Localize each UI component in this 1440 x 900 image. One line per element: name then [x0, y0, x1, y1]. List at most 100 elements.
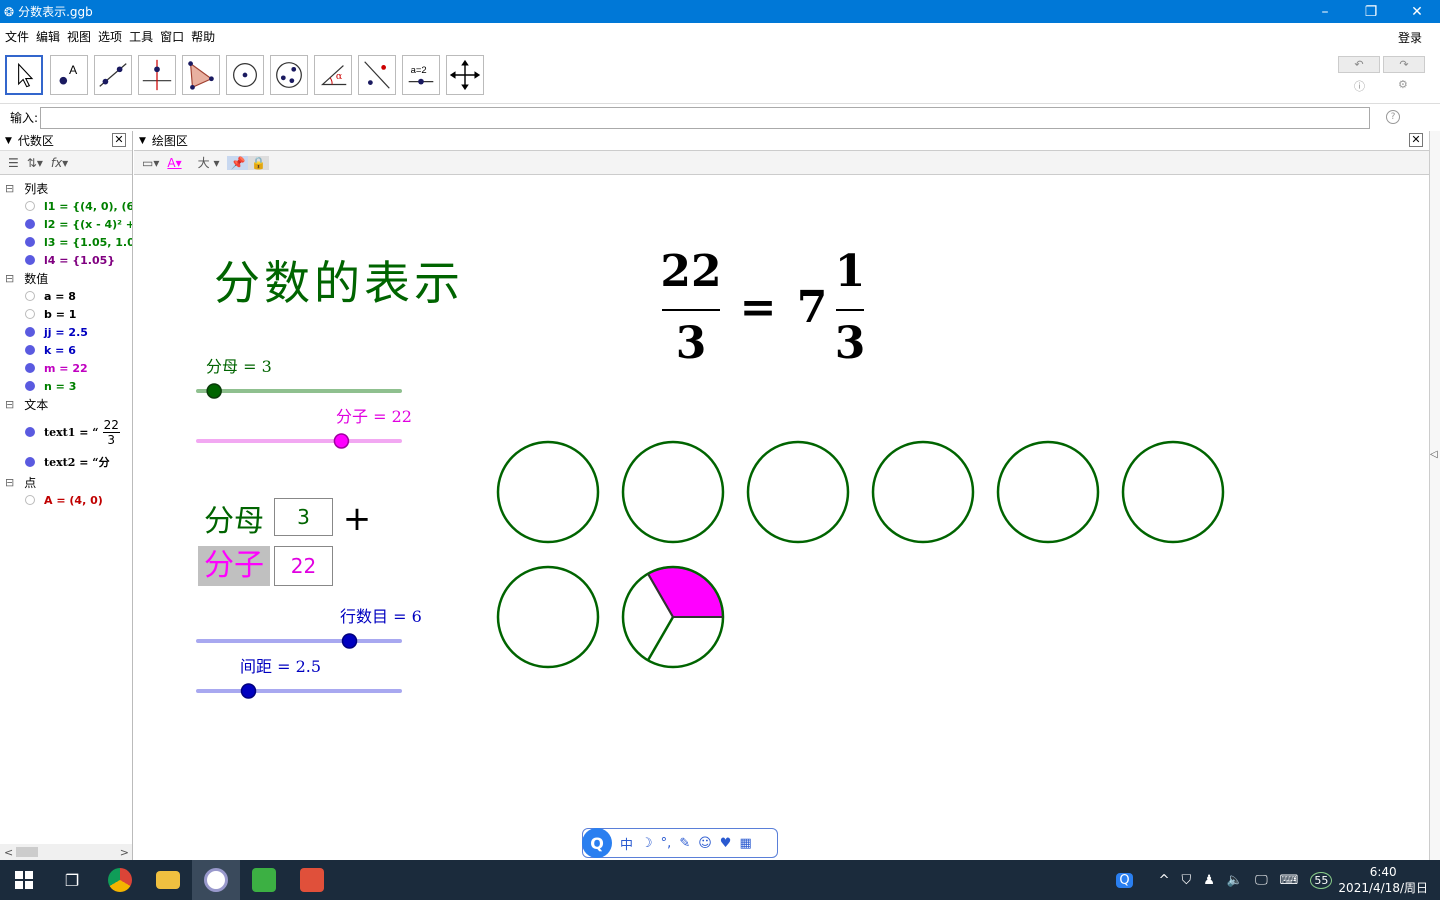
- show-hidden-icons[interactable]: ^: [1159, 873, 1170, 888]
- angle-tool-button[interactable]: α: [314, 55, 352, 95]
- move-graphics-tool-button[interactable]: [446, 55, 484, 95]
- visibility-dot[interactable]: [25, 237, 35, 247]
- scroll-thumb[interactable]: [16, 847, 38, 857]
- algebra-item-point[interactable]: A = (4, 0): [0, 491, 132, 509]
- volume-icon[interactable]: 🔈: [1227, 873, 1243, 888]
- category-points[interactable]: ⊟ 点: [0, 473, 132, 491]
- menu-window[interactable]: 窗口: [160, 28, 184, 45]
- help-icon[interactable]: ⓘ: [1354, 78, 1365, 94]
- category-numbers[interactable]: ⊟ 数值: [0, 269, 132, 287]
- side-panel-toggle[interactable]: ◁: [1429, 131, 1440, 860]
- qq-tray-icon[interactable]: Q: [1116, 872, 1133, 888]
- close-window-button[interactable]: ✕: [1394, 0, 1440, 23]
- visibility-dot[interactable]: [25, 291, 35, 301]
- visibility-dot[interactable]: [25, 255, 35, 265]
- task-view-button[interactable]: ❐: [48, 860, 96, 900]
- algebra-item-number[interactable]: b = 1: [0, 305, 132, 323]
- ime-moon-icon[interactable]: ☽: [641, 836, 653, 851]
- ime-wrench-icon[interactable]: ✎: [679, 836, 690, 851]
- pin-icon[interactable]: 📌: [227, 155, 249, 170]
- start-button[interactable]: [0, 860, 48, 900]
- visibility-dot[interactable]: [25, 327, 35, 337]
- algebra-item-number[interactable]: n = 3: [0, 377, 132, 395]
- lock-icon[interactable]: 🔒: [248, 155, 270, 170]
- clock[interactable]: 6:40 2021/4/18/周日: [1338, 864, 1428, 896]
- scroll-right-icon[interactable]: >: [120, 846, 129, 859]
- network-icon[interactable]: 🖵: [1255, 873, 1268, 888]
- algebra-horizontal-scrollbar[interactable]: < >: [0, 844, 132, 860]
- slider-rows-knob[interactable]: [341, 633, 358, 649]
- login-link[interactable]: 登录: [1398, 29, 1422, 46]
- menu-view[interactable]: 视图: [67, 28, 91, 45]
- slider-numerator-knob[interactable]: [333, 433, 350, 449]
- ime-punct-icon[interactable]: °,: [661, 836, 672, 851]
- perpendicular-tool-button[interactable]: [138, 55, 176, 95]
- menu-file[interactable]: 文件: [5, 28, 29, 45]
- graphics-close-button[interactable]: ✕: [1409, 133, 1423, 147]
- color-picker-icon[interactable]: A▾: [167, 156, 181, 170]
- command-input[interactable]: [40, 107, 1370, 129]
- menu-help[interactable]: 帮助: [191, 28, 215, 45]
- minimize-button[interactable]: –: [1302, 0, 1348, 23]
- move-tool-button[interactable]: [5, 55, 43, 95]
- algebra-close-button[interactable]: ✕: [112, 133, 126, 147]
- fx-icon[interactable]: fx▾: [51, 156, 68, 170]
- algebra-item-number[interactable]: m = 22: [0, 359, 132, 377]
- gear-icon[interactable]: ⚙: [1398, 78, 1408, 91]
- menu-options[interactable]: 选项: [98, 28, 122, 45]
- scroll-left-icon[interactable]: <: [4, 846, 13, 859]
- battery-badge[interactable]: 55: [1310, 871, 1333, 889]
- sort-icon[interactable]: ⇅▾: [27, 156, 43, 170]
- ime-chinese-mode[interactable]: 中: [620, 834, 633, 853]
- redo-button[interactable]: ↷: [1383, 56, 1425, 73]
- slider-tool-button[interactable]: a=2: [402, 55, 440, 95]
- line-tool-button[interactable]: [94, 55, 132, 95]
- algebra-item-list[interactable]: l1 = {(4, 0), (6.5: [0, 197, 132, 215]
- category-lists[interactable]: ⊟ 列表: [0, 179, 132, 197]
- algebra-item-number[interactable]: k = 6: [0, 341, 132, 359]
- taskbar-app-green[interactable]: [240, 860, 288, 900]
- visibility-dot[interactable]: [25, 309, 35, 319]
- denominator-input[interactable]: 3: [274, 498, 333, 536]
- ime-logo-icon[interactable]: Q: [582, 828, 612, 858]
- slider-spacing-knob[interactable]: [240, 683, 257, 699]
- qq-penguin-icon[interactable]: ♟: [1203, 873, 1215, 888]
- visibility-dot[interactable]: [25, 427, 35, 437]
- visibility-dot[interactable]: [25, 201, 35, 211]
- numerator-input[interactable]: 22: [274, 546, 333, 586]
- algebra-item-list[interactable]: l2 = {(x - 4)² + y: [0, 215, 132, 233]
- reflect-tool-button[interactable]: [358, 55, 396, 95]
- collapse-triangle-icon[interactable]: ▼: [5, 136, 12, 146]
- visibility-dot[interactable]: [25, 345, 35, 355]
- keyboard-icon[interactable]: ⌨: [1280, 873, 1299, 888]
- shield-icon[interactable]: ⛉: [1182, 873, 1192, 888]
- ime-skin-icon[interactable]: ♥: [720, 836, 732, 851]
- ellipse-tool-button[interactable]: [270, 55, 308, 95]
- point-tool-button[interactable]: A: [50, 55, 88, 95]
- taskbar-app-red[interactable]: [288, 860, 336, 900]
- visibility-dot[interactable]: [25, 381, 35, 391]
- algebra-item-text1[interactable]: text1 = “ 22 3: [0, 413, 132, 451]
- algebra-item-number[interactable]: a = 8: [0, 287, 132, 305]
- ime-smiley-icon[interactable]: ☺: [698, 836, 712, 851]
- menu-tools[interactable]: 工具: [129, 28, 153, 45]
- menu-edit[interactable]: 编辑: [36, 28, 60, 45]
- algebra-item-number[interactable]: jj = 2.5: [0, 323, 132, 341]
- plus-sign[interactable]: +: [343, 499, 372, 539]
- visibility-dot[interactable]: [25, 363, 35, 373]
- label-style-icon[interactable]: ▭▾: [142, 156, 159, 170]
- taskbar-geogebra[interactable]: [192, 860, 240, 900]
- input-help-icon[interactable]: ?: [1386, 110, 1400, 124]
- category-texts[interactable]: ⊟ 文本: [0, 395, 132, 413]
- circle-tool-button[interactable]: [226, 55, 264, 95]
- visibility-dot[interactable]: [25, 495, 35, 505]
- undo-button[interactable]: ↶: [1338, 56, 1380, 73]
- slider-denominator-knob[interactable]: [206, 383, 222, 399]
- taskbar-explorer[interactable]: [144, 860, 192, 900]
- text-size-dropdown[interactable]: 大 ▾: [190, 154, 220, 171]
- restore-button[interactable]: ❐: [1348, 0, 1394, 23]
- algebra-item-text2[interactable]: text2 = “分: [0, 451, 132, 473]
- collapse-triangle-icon[interactable]: ▼: [139, 136, 146, 146]
- taskbar-chrome[interactable]: [96, 860, 144, 900]
- polygon-tool-button[interactable]: [182, 55, 220, 95]
